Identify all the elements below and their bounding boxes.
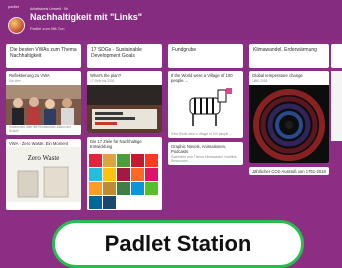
column-title[interactable] [331, 44, 342, 68]
column-title[interactable]: 17 SDGs - Sustainable Development Goals [87, 44, 162, 68]
post-title: Jährlicher CO2-Ausstoß von 1751-2018 [252, 169, 326, 174]
board-header: padlet Arbeitskreis Umwelt · 5h Nachhalt… [0, 0, 342, 40]
board-avatar[interactable] [8, 17, 25, 34]
post-title: Reflektierung zu VWA [9, 73, 50, 78]
post-image [168, 84, 243, 132]
column-title[interactable]: Die besten VWAs zum Thema Nachhaltigkeit [6, 44, 81, 68]
breadcrumb[interactable]: Arbeitskreis Umwelt · 5h [30, 7, 68, 11]
post-title: What's the plan? [90, 73, 122, 78]
column-title[interactable]: Fundgrube [168, 44, 243, 68]
column-sdgs: 17 SDGs - Sustainable Development Goals … [87, 44, 162, 248]
post-image [249, 85, 329, 163]
post-card[interactable]: VWA - Zero Waste: Ein Moment Zero Waste [6, 139, 81, 210]
column-vwa: Die besten VWAs zum Thema Nachhaltigkeit… [6, 44, 81, 248]
post-title: Global temperature change [252, 73, 303, 78]
post-title: Die 17 Ziele für Nachhaltige Entwicklung [90, 139, 142, 149]
padlet-station-button[interactable]: Padlet Station [52, 220, 304, 268]
brand-logo[interactable]: padlet [8, 4, 19, 9]
zero-waste-label: Zero Waste [27, 154, 60, 162]
column-title[interactable]: Klimawandel, Erderwärmung [249, 44, 329, 68]
post-card[interactable]: Graphic Novels, Animationen, Podcasts Sa… [168, 142, 243, 165]
post-card[interactable]: Global temperature change 1850-2018 [249, 71, 329, 163]
column-fundgrube: Fundgrube If the World were a Village of… [168, 44, 243, 248]
post-image [87, 150, 162, 210]
post-body: If the World were a Village of 100 peopl… [171, 132, 232, 136]
post-caption: Kurzbericht über die Klimaschutz-Aktion … [9, 125, 72, 133]
post-card[interactable]: If the World were a Village of 100 peopl… [168, 71, 243, 138]
post-card[interactable]: Jährlicher CO2-Ausstoß von 1751-2018 [249, 167, 329, 175]
column-partial [331, 44, 342, 248]
post-card[interactable]: Die 17 Ziele für Nachhaltige Entwicklung [87, 137, 162, 210]
board-subtitle: Padlet zum Mit-Tun [30, 26, 65, 31]
post-title: If the World were a Village of 100 peopl… [171, 73, 233, 83]
board-title: Nachhaltigkeit mit "Links" [30, 12, 143, 22]
post-image [6, 85, 81, 125]
post-card[interactable]: Reflektierung zu VWA Die Idee ... Kurzbe… [6, 71, 81, 135]
post-card[interactable] [331, 71, 342, 141]
column-klimawandel: Klimawandel, Erderwärmung Global tempera… [249, 44, 329, 248]
post-card[interactable]: What's the plan? 17 Ziele bis 2030 [87, 71, 162, 133]
post-image [87, 85, 162, 133]
post-title: VWA - Zero Waste: Ein Moment [9, 141, 69, 146]
post-title: Graphic Novels, Animationen, Podcasts [171, 144, 227, 154]
post-body: Sachbilder zum Thema Klimawandel, Konfli… [171, 155, 238, 163]
